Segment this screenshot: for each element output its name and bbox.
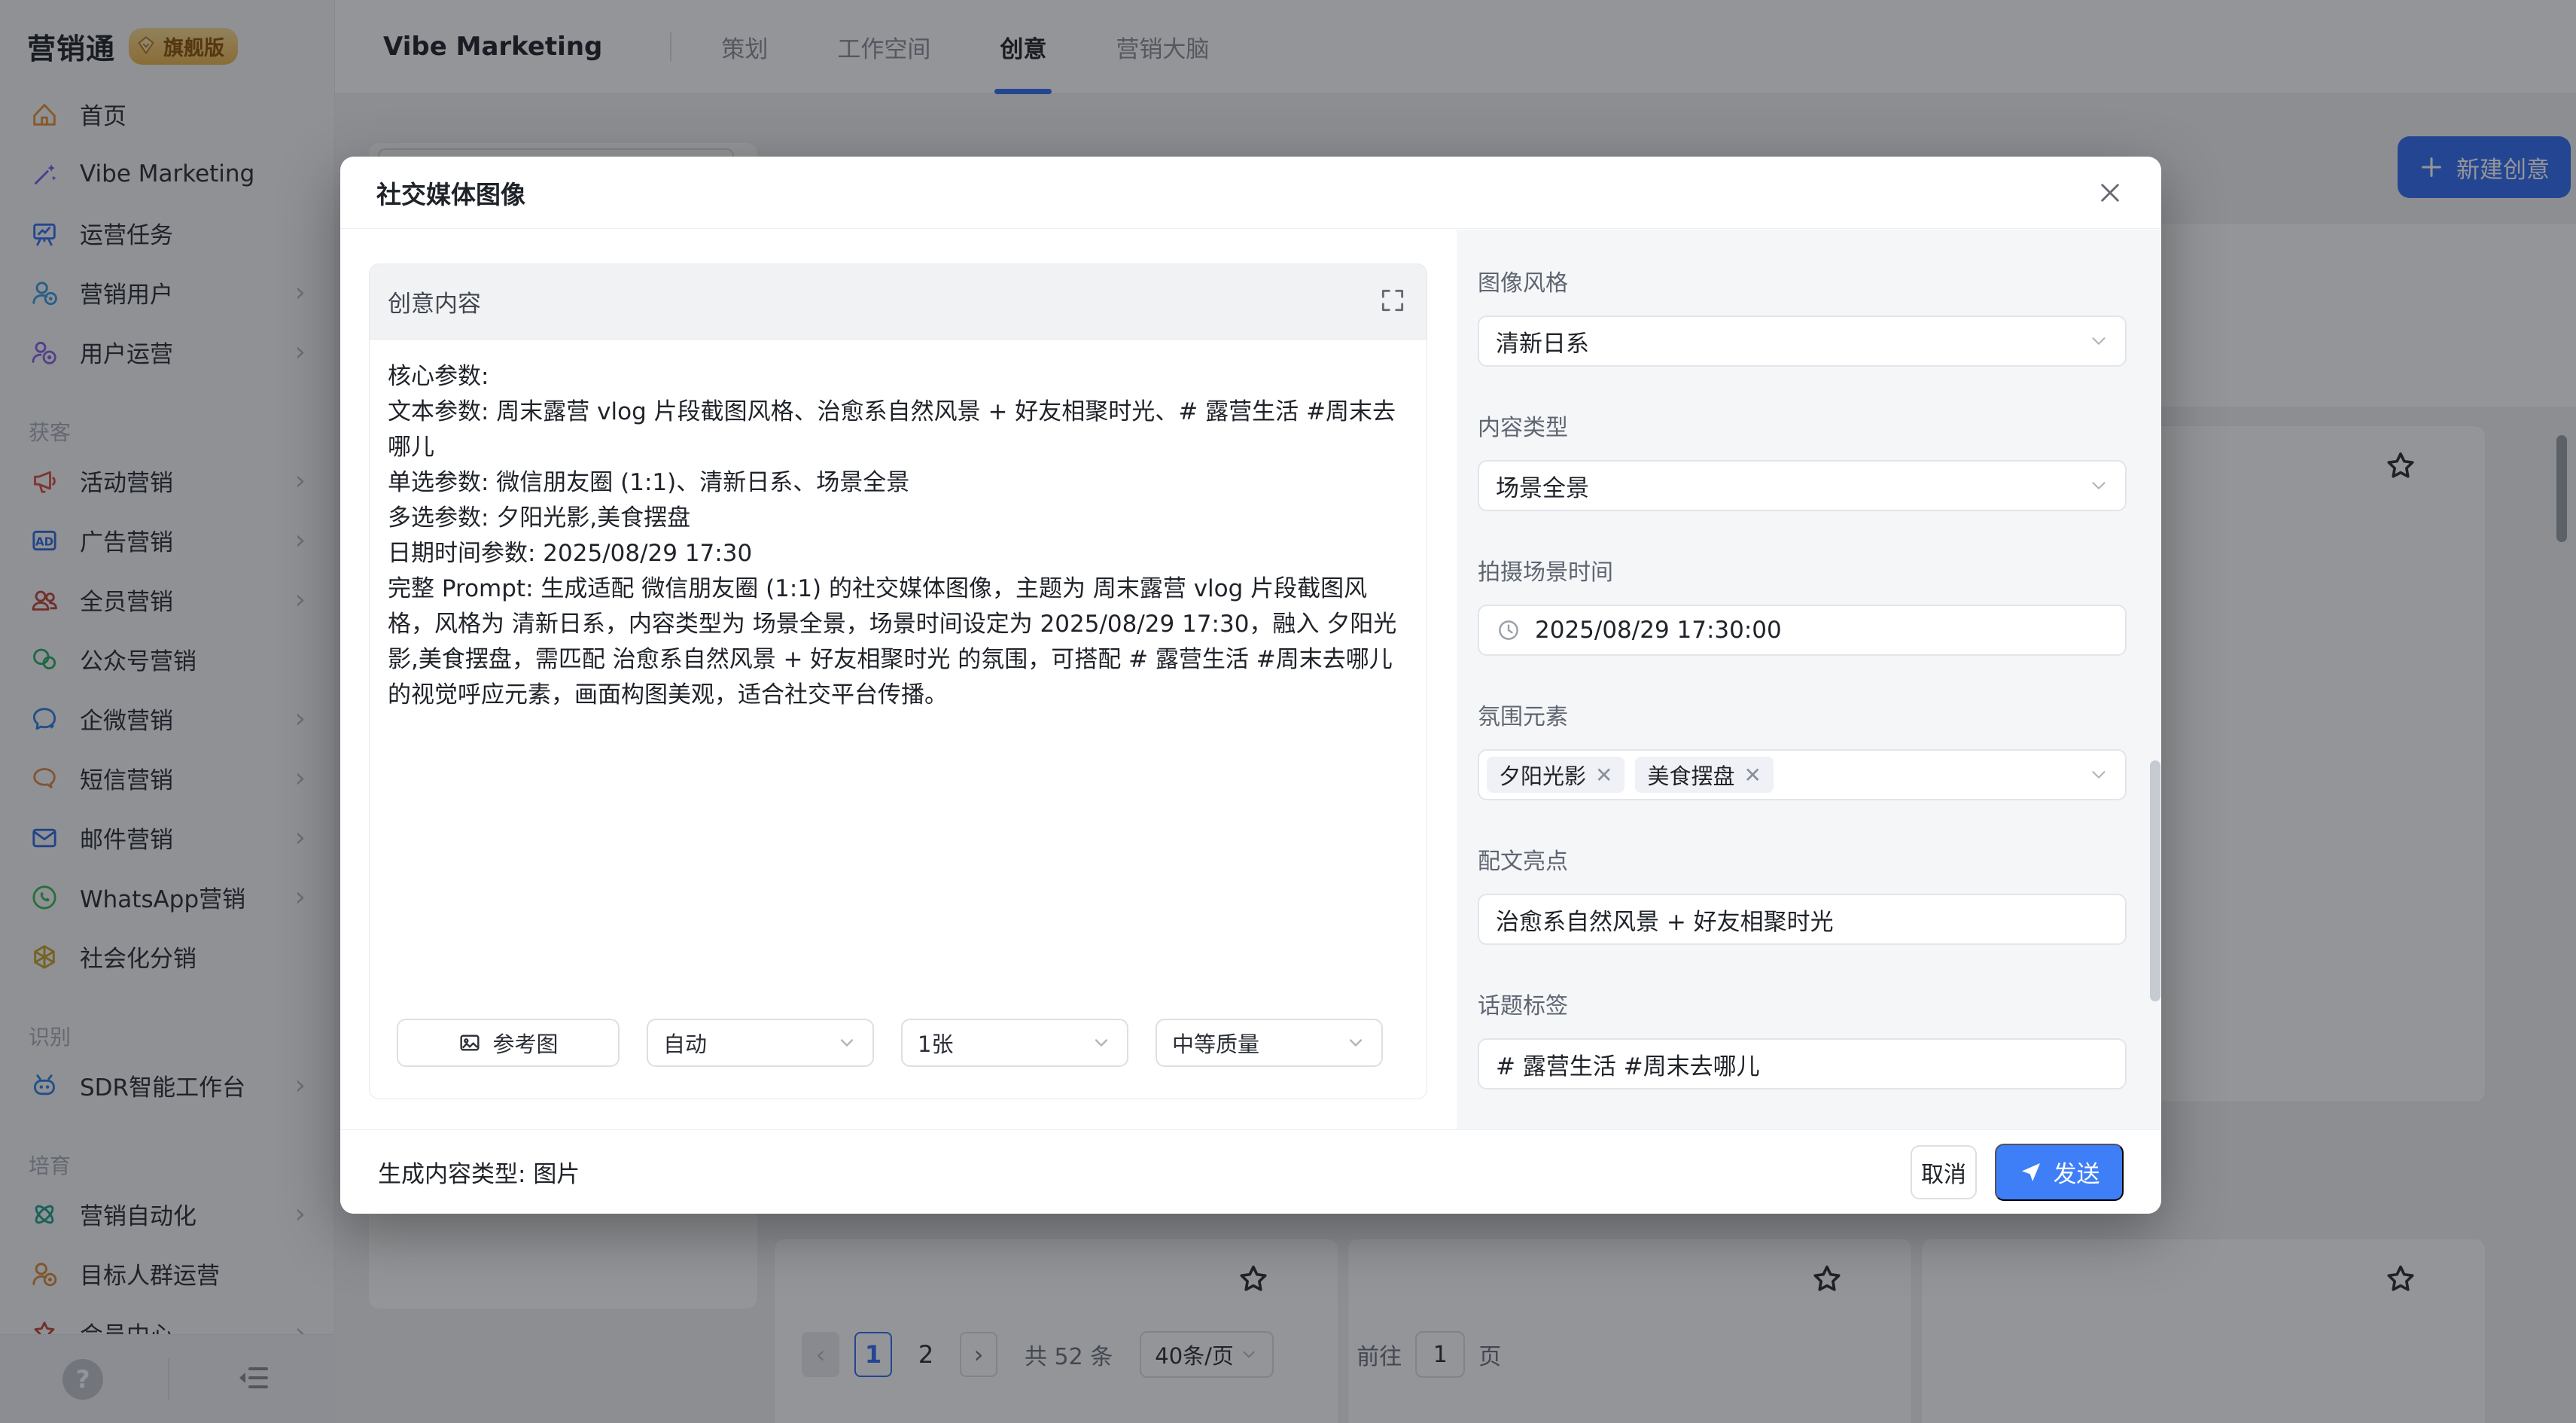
remove-tag-icon[interactable]: ✕: [1595, 763, 1612, 788]
chevron-down-icon: [2092, 771, 2106, 779]
field-label: 话题标签: [1478, 993, 1568, 1019]
app-root: 营销通 旗舰版 首页 Vibe Marketing 运营任务 营销用户 › 用户运营 › 获客…: [0, 0, 2576, 1423]
reference-image-button[interactable]: 参考图: [397, 1019, 620, 1067]
field-select[interactable]: 清新日系: [1478, 315, 2127, 367]
chevron-down-icon: [1095, 1039, 1108, 1047]
clock-icon: [1499, 620, 1518, 640]
chevron-down-icon: [1349, 1039, 1363, 1047]
tag: 美食摆盘 ✕: [1635, 757, 1774, 793]
generate-type-value: 图片: [533, 1161, 580, 1188]
form-fields: 图像风格清新日系内容类型场景全景拍摄场景时间 2025/08/29 17:30:0…: [1478, 264, 2127, 1089]
generate-type: 生成内容类型: 图片: [378, 1155, 580, 1189]
mode-value: 自动: [663, 1031, 708, 1057]
tag-label: 美食摆盘: [1647, 763, 1735, 789]
modal-title: 社交媒体图像: [376, 179, 525, 209]
field-value: 治愈系自然风景 + 好友相聚时光: [1496, 908, 1834, 936]
creative-card-header: 创意内容: [370, 264, 1427, 340]
creative-content-card: 创意内容 核心参数: 文本参数: 周末露营 vlog 片段截图风格、治愈系自然风…: [369, 264, 1427, 1099]
field-label: 图像风格: [1478, 270, 1568, 297]
count-value: 1张: [918, 1031, 954, 1057]
field-label: 氛围元素: [1478, 704, 1568, 730]
quality-value: 中等质量: [1172, 1031, 1260, 1057]
social-media-image-modal: 社交媒体图像 图像风格清新日系内容类型场景全景拍摄场景时间 2025/08/29 …: [340, 157, 2161, 1214]
cancel-button[interactable]: 取消: [1911, 1144, 1977, 1199]
mode-select[interactable]: 自动: [647, 1019, 874, 1067]
tag: 夕阳光影 ✕: [1487, 757, 1625, 793]
field-label: 配文亮点: [1478, 849, 1568, 875]
send-label: 发送: [2053, 1161, 2100, 1187]
form-group: 图像风格清新日系: [1478, 264, 2127, 367]
form-group: 配文亮点治愈系自然风景 + 好友相聚时光: [1478, 843, 2127, 945]
send-button[interactable]: 发送: [1995, 1143, 2124, 1201]
tag-label: 夕阳光影: [1499, 763, 1587, 789]
form-group: 内容类型场景全景: [1478, 409, 2127, 511]
field-input[interactable]: 治愈系自然风景 + 好友相聚时光: [1478, 894, 2127, 945]
remove-tag-icon[interactable]: ✕: [1744, 763, 1761, 788]
fullscreen-icon[interactable]: [1378, 286, 1407, 318]
field-input[interactable]: # 露营生活 #周末去哪儿: [1478, 1038, 2127, 1089]
close-icon[interactable]: [2092, 175, 2128, 211]
generate-type-label: 生成内容类型:: [378, 1161, 526, 1188]
field-label: 内容类型: [1478, 415, 1568, 441]
creative-controls: 参考图 自动 1张 中等质量: [397, 1019, 1399, 1067]
reference-image-label: 参考图: [492, 1031, 559, 1057]
field-select[interactable]: 场景全景: [1478, 460, 2127, 511]
field-value: 清新日系: [1496, 330, 1589, 358]
form-group: 氛围元素夕阳光影 ✕ 美食摆盘 ✕: [1478, 698, 2127, 800]
chevron-down-icon: [2092, 337, 2106, 345]
field-value: 场景全景: [1496, 474, 1589, 502]
form-group: 话题标签 # 露营生活 #周末去哪儿: [1478, 987, 2127, 1089]
field-label: 拍摄场景时间: [1478, 559, 1613, 586]
field-multiselect[interactable]: 夕阳光影 ✕ 美食摆盘 ✕: [1478, 749, 2127, 800]
creative-card-title: 创意内容: [388, 291, 481, 318]
quality-select[interactable]: 中等质量: [1156, 1019, 1383, 1067]
chevron-down-icon: [2092, 482, 2106, 489]
field-value: 2025/08/29 17:30:00: [1535, 617, 1782, 644]
count-select[interactable]: 1张: [901, 1019, 1128, 1067]
field-datetime[interactable]: 2025/08/29 17:30:00: [1478, 605, 2127, 656]
chevron-down-icon: [840, 1039, 854, 1047]
form-group: 拍摄场景时间 2025/08/29 17:30:00: [1478, 553, 2127, 656]
form-panel-scrollbar[interactable]: [2150, 760, 2160, 1001]
creative-content-text: 核心参数: 文本参数: 周末露营 vlog 片段截图风格、治愈系自然风景 + 好…: [388, 363, 1397, 708]
modal-header: 社交媒体图像: [340, 157, 2161, 229]
send-icon: [2021, 1162, 2040, 1181]
field-value: # 露营生活 #周末去哪儿: [1496, 1053, 1760, 1080]
image-icon: [460, 1034, 480, 1051]
modal-form-panel: 图像风格清新日系内容类型场景全景拍摄场景时间 2025/08/29 17:30:0…: [1457, 230, 2161, 1129]
modal-footer: 生成内容类型: 图片 取消 发送: [340, 1129, 2161, 1214]
